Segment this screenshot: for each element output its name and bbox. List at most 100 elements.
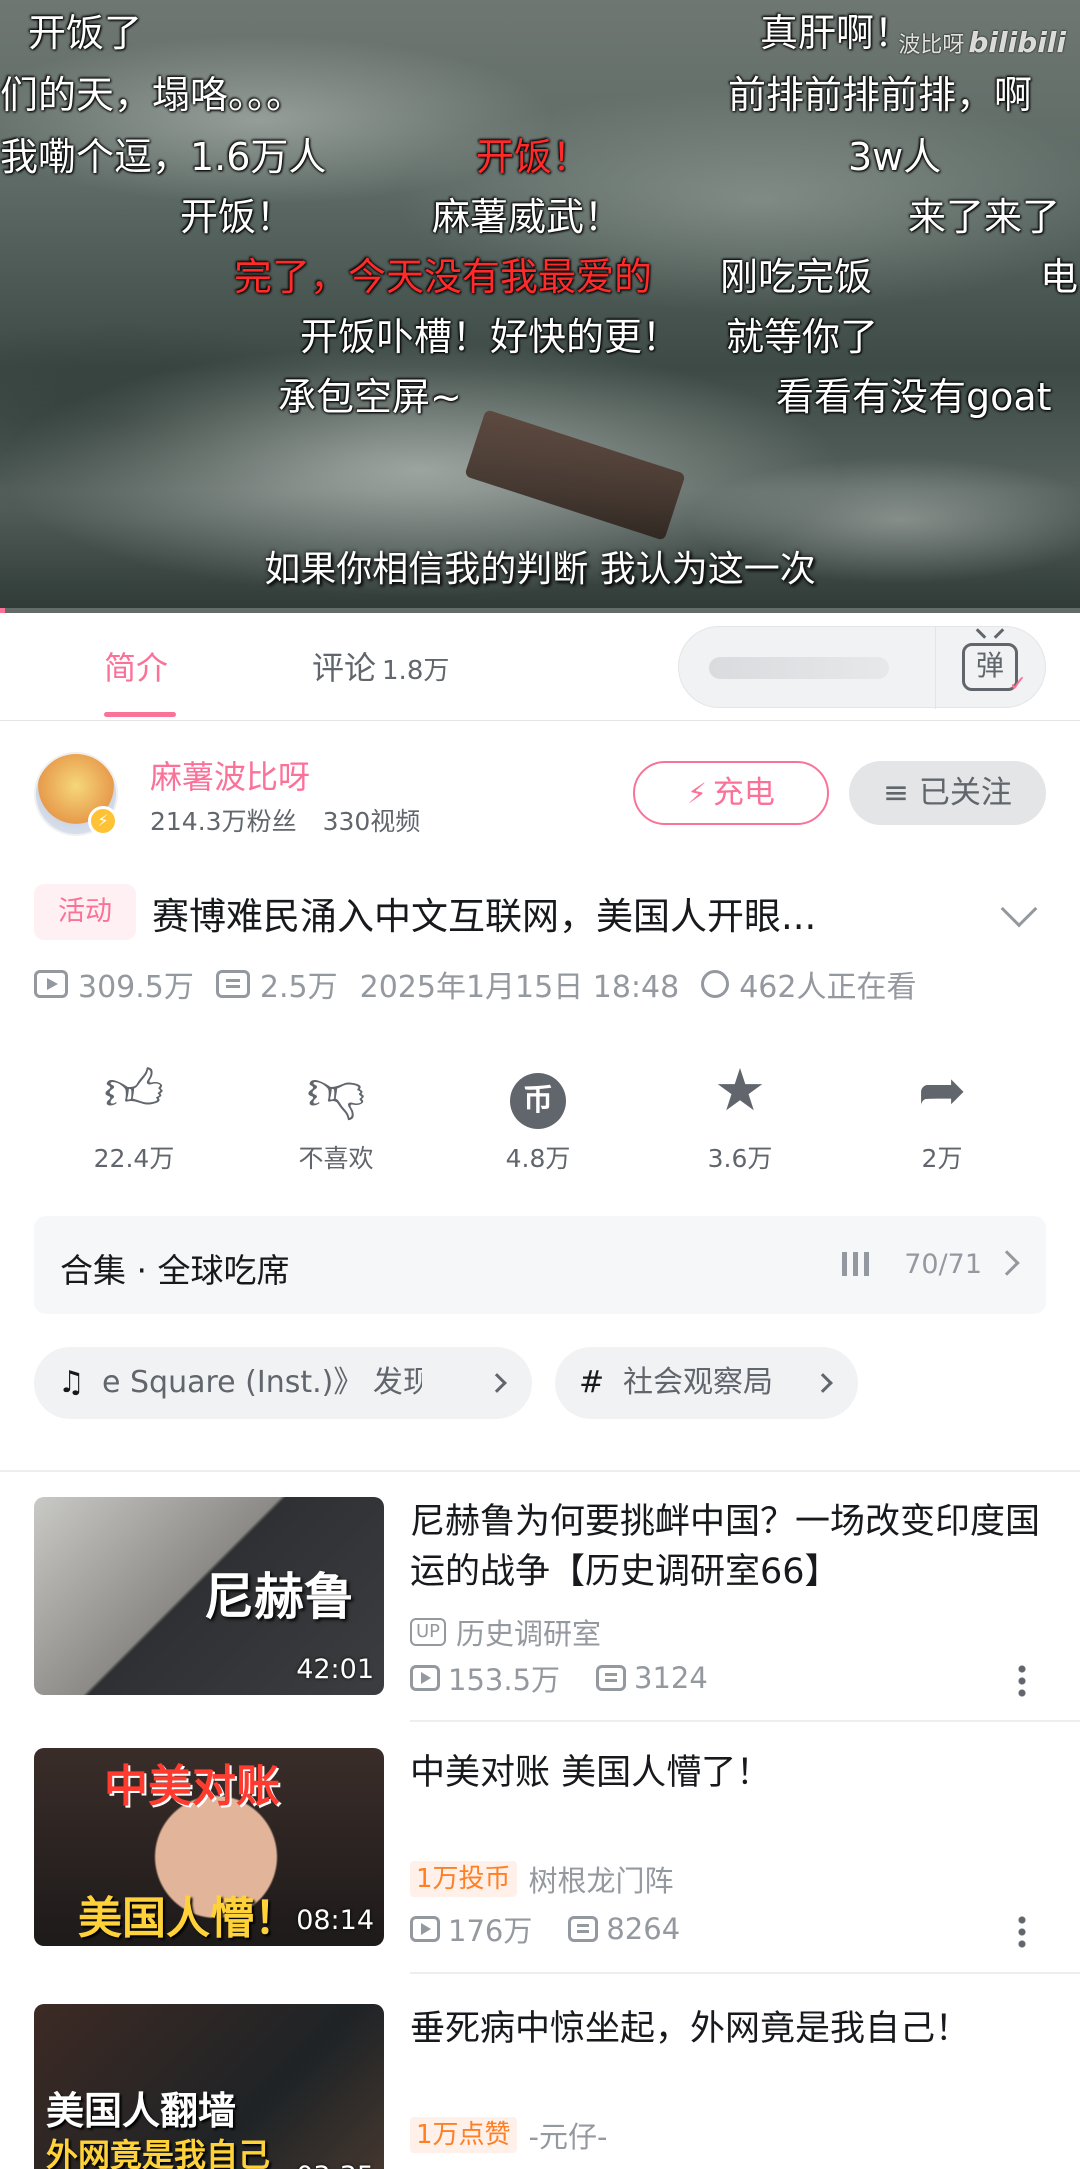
danmaku-comment: 麻薯威武！ xyxy=(432,195,623,239)
video-meta-row: 309.5万 2.5万 2025年1月15日 18:48 462人正在看 xyxy=(34,962,916,1006)
bilibili-watermark: 波比呀 bilibili xyxy=(898,26,1066,59)
video-player[interactable]: 开饭了 真肝啊！ 们的天，塌咯。。。 前排前排前排，啊 我嘞个逗，1.6万人 开… xyxy=(0,0,1080,613)
video-thumbnail[interactable]: 中美对账 美国人懵！ 08:14 xyxy=(34,1748,384,1946)
topic-chip-label: 社会观察局 xyxy=(623,1365,773,1400)
danmaku-comment: 刚吃完饭 xyxy=(720,255,873,299)
danmaku-count: 8264 xyxy=(606,1912,681,1946)
danmaku-count-icon xyxy=(215,970,250,998)
chevron-right-icon xyxy=(487,1373,507,1393)
tab-active-indicator xyxy=(104,712,176,717)
star-icon: ★ xyxy=(714,1056,766,1124)
play-count-icon xyxy=(410,1665,440,1691)
view-count: 309.5万 xyxy=(78,970,194,1005)
charge-button[interactable]: ⚡ 充电 xyxy=(633,761,829,825)
popularity-badge: 1万点赞 xyxy=(410,2117,517,2153)
recommended-title[interactable]: 中美对账 美国人懵了！ xyxy=(410,1748,1050,1798)
recommended-stats: 153.5万 3124 xyxy=(410,1657,708,1699)
dislike-button[interactable]: 👎︎ 不喜欢 xyxy=(276,1055,396,1175)
recommended-title[interactable]: 尼赫鲁为何要挑衅中国？一场改变印度国运的战争【历史调研室66】 xyxy=(410,1497,1050,1597)
playlist-icon xyxy=(842,1252,872,1276)
watching-count: 462人正在看 xyxy=(739,970,917,1005)
danmaku-count-icon xyxy=(596,1665,627,1691)
thumbnail-caption-2: 外网竟是我自己 xyxy=(46,2136,271,2169)
music-chip[interactable]: ♫ e Square (Inst.)》 发现 xyxy=(34,1347,532,1419)
favorite-button[interactable]: ★ 3.6万 xyxy=(680,1055,800,1175)
danmaku-comment: 开饭了 xyxy=(28,11,143,55)
list-separator xyxy=(410,1972,1080,1974)
recommended-item[interactable]: 尼赫鲁 42:01 尼赫鲁为何要挑衅中国？一场改变印度国运的战争【历史调研室66… xyxy=(0,1497,1080,1727)
danmaku-comment: 我嘞个逗，1.6万人 xyxy=(0,135,327,179)
video-title: 赛博难民涌入中文互联网，美国人开眼... xyxy=(152,895,817,938)
follow-button[interactable]: ≡ 已关注 xyxy=(849,761,1046,825)
hashtag-icon: # xyxy=(579,1365,605,1400)
danmaku-toggle-button[interactable]: 弹 ✓ xyxy=(935,627,1045,709)
uploader-stats: 214.3万粉丝 330视频 xyxy=(150,802,420,838)
collection-title: 合集 · 全球吃席 xyxy=(60,1251,290,1290)
author-name: 历史调研室 xyxy=(456,1617,602,1651)
up-badge: UP xyxy=(410,1618,447,1646)
danmaku-input-box[interactable]: 弹 ✓ xyxy=(678,626,1046,709)
tab-intro[interactable]: 简介 xyxy=(104,643,168,689)
share-button[interactable]: ➦ 2万 xyxy=(882,1055,1002,1175)
video-thumbnail[interactable]: 尼赫鲁 42:01 xyxy=(34,1497,384,1695)
tab-comments-label: 评论 xyxy=(312,649,377,687)
thumbs-down-icon: 👎︎ xyxy=(306,1056,366,1124)
danmaku-comment: 开饭！ xyxy=(180,195,295,239)
collection-bar[interactable]: 合集 · 全球吃席 70/71 xyxy=(34,1216,1046,1314)
chevron-down-icon[interactable] xyxy=(1000,890,1038,928)
recommended-author: 1万点赞 -元仔- xyxy=(410,2114,607,2156)
dislike-label: 不喜欢 xyxy=(298,1144,374,1173)
uploader-name[interactable]: 麻薯波比呀 xyxy=(150,752,310,798)
danmaku-count-icon xyxy=(568,1916,599,1942)
check-icon: ✓ xyxy=(1008,672,1027,697)
activity-tag[interactable]: 活动 xyxy=(34,884,136,940)
like-count: 22.4万 xyxy=(93,1144,175,1173)
tab-comments[interactable]: 评论 1.8万 xyxy=(312,643,449,689)
recommended-title[interactable]: 垂死病中惊坐起，外网竟是我自己！ xyxy=(410,2004,1050,2054)
chevron-right-icon xyxy=(994,1250,1020,1276)
danmaku-comment: 完了，今天没有我最爱的 xyxy=(234,255,653,299)
danmaku-comment: 开饭！ xyxy=(476,135,591,179)
charge-button-label: 充电 xyxy=(712,775,775,811)
publish-date: 2025年1月15日 18:48 xyxy=(359,970,680,1005)
play-count-icon xyxy=(34,970,68,998)
danmaku-comment: 来了来了 xyxy=(908,195,1061,239)
more-options-icon[interactable] xyxy=(1018,1914,1026,1948)
danmaku-comment: 就等你了 xyxy=(726,315,879,359)
danmaku-comment: 3w人 xyxy=(848,135,942,179)
play-count-icon xyxy=(410,1916,440,1942)
follow-button-label: 已关注 xyxy=(918,775,1012,811)
thumbnail-caption: 中美对账 xyxy=(104,1761,280,1812)
collection-count: 70/71 xyxy=(904,1249,982,1280)
music-chip-label: e Square (Inst.)》 发现 xyxy=(102,1365,422,1400)
view-count: 153.5万 xyxy=(448,1663,561,1697)
author-name: -元仔- xyxy=(528,2120,608,2154)
danmaku-comment: 开饭卟槽！好快的更！ xyxy=(300,315,681,359)
menu-icon: ≡ xyxy=(883,775,919,811)
share-count: 2万 xyxy=(921,1144,963,1173)
topic-chip[interactable]: # 社会观察局 xyxy=(555,1347,858,1419)
danmaku-input-field[interactable] xyxy=(709,657,889,679)
coin-count: 4.8万 xyxy=(505,1144,571,1173)
more-options-icon[interactable] xyxy=(1018,1663,1026,1697)
danmaku-comment: 电 xyxy=(1040,255,1079,299)
video-thumbnail[interactable]: 美国人翻墙 外网竟是我自己 03:35 xyxy=(34,2004,384,2169)
watching-icon xyxy=(701,970,730,998)
coin-button[interactable]: 币 4.8万 xyxy=(478,1055,598,1175)
danmaku-count: 2.5万 xyxy=(259,970,338,1005)
section-divider xyxy=(0,1470,1080,1472)
chevron-right-icon xyxy=(813,1373,833,1393)
like-button[interactable]: 👍︎ 22.4万 xyxy=(74,1055,194,1175)
danmaku-comment: 承包空屏~ xyxy=(278,375,462,419)
list-separator xyxy=(410,1720,1080,1722)
recommended-item[interactable]: 中美对账 美国人懵！ 08:14 中美对账 美国人懵了！ 1万投币 树根龙门阵 1… xyxy=(0,1748,1080,1978)
recommended-item[interactable]: 美国人翻墙 外网竟是我自己 03:35 垂死病中惊坐起，外网竟是我自己！ 1万点… xyxy=(0,2004,1080,2169)
tab-comments-count: 1.8万 xyxy=(382,656,450,686)
danmaku-comment: 们的天，塌咯。。。 xyxy=(0,73,305,117)
music-note-icon: ♫ xyxy=(58,1365,85,1400)
popularity-badge: 1万投币 xyxy=(410,1861,517,1897)
favorite-count: 3.6万 xyxy=(707,1144,773,1173)
video-subtitle: 如果你相信我的判断 我认为这一次 xyxy=(264,549,816,590)
thumbs-up-icon: 👍︎ xyxy=(103,1056,165,1124)
thumbnail-caption-2: 美国人懵！ xyxy=(78,1893,298,1944)
